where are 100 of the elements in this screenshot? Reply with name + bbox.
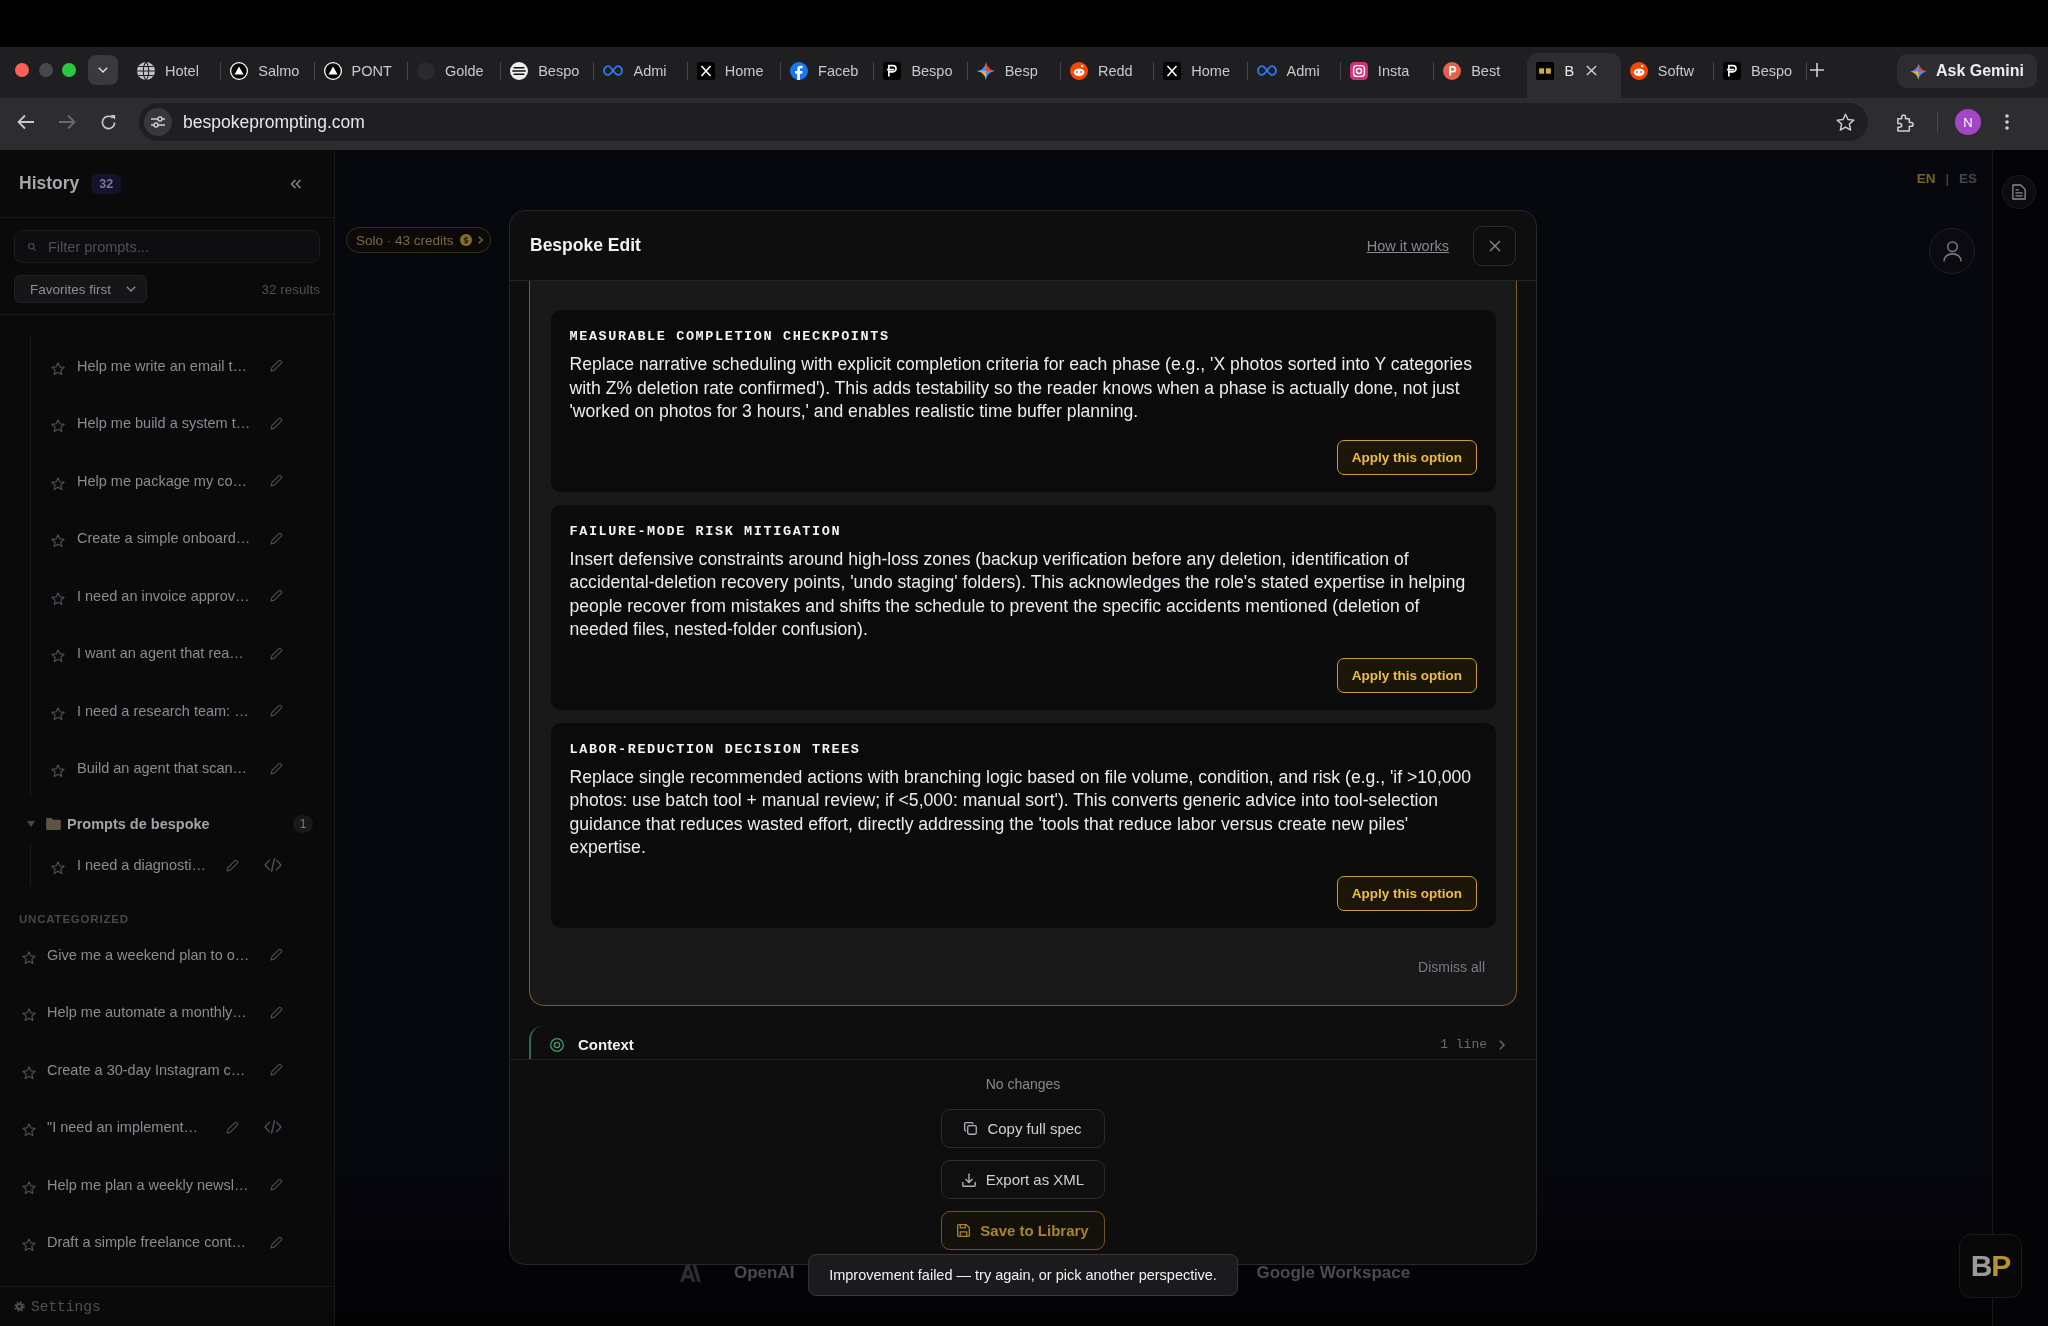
star-icon[interactable] (51, 764, 65, 779)
credits-pill[interactable]: Solo · 43 credits (346, 227, 491, 253)
browser-tab[interactable]: PONT (314, 53, 408, 98)
bookmark-star-icon[interactable] (1836, 112, 1855, 132)
history-item[interactable]: I need a diagnosti… (77, 857, 215, 873)
pencil-icon[interactable] (270, 589, 283, 603)
close-window-button[interactable] (15, 63, 29, 77)
reload-icon[interactable] (100, 113, 117, 131)
star-icon[interactable] (22, 950, 36, 965)
plus-icon[interactable] (1810, 63, 1825, 77)
browser-tab[interactable]: Best (1434, 53, 1528, 98)
browser-tab[interactable]: Salmo (221, 53, 315, 98)
back-icon[interactable] (17, 114, 35, 130)
history-item[interactable]: I need an invoice approv… (77, 587, 259, 604)
browser-tab[interactable]: Bespo (1714, 53, 1808, 98)
browser-tab[interactable]: Home (687, 53, 782, 98)
close-button[interactable] (1473, 225, 1516, 266)
pencil-icon[interactable] (270, 704, 283, 718)
pencil-icon[interactable] (270, 531, 283, 545)
save-button[interactable]: Save to Library (941, 1211, 1105, 1250)
star-icon[interactable] (22, 1008, 36, 1023)
browser-tab[interactable]: Faceb (781, 53, 875, 98)
caret-icon[interactable] (27, 821, 35, 827)
star-icon[interactable] (22, 1180, 36, 1195)
apply-button[interactable]: Apply this option (1336, 657, 1477, 693)
history-item[interactable]: I need a research team: … (77, 702, 259, 719)
star-icon[interactable] (22, 1238, 36, 1253)
history-item[interactable]: Help me write an email t… (77, 357, 259, 374)
dismiss-all-button[interactable]: Dismiss all (1418, 957, 1485, 976)
pencil-icon[interactable] (270, 646, 283, 660)
star-icon[interactable] (22, 1065, 36, 1080)
star-icon[interactable] (22, 1123, 36, 1138)
minimize-window-button[interactable] (38, 63, 53, 77)
history-item[interactable]: Help me automate a monthly… (47, 1004, 259, 1021)
folder-label[interactable]: Prompts de bespoke (67, 816, 210, 832)
puzzle-icon[interactable] (1896, 112, 1915, 132)
maximize-window-button[interactable] (62, 63, 76, 77)
star-icon[interactable] (51, 534, 65, 549)
apply-button[interactable]: Apply this option (1336, 439, 1477, 475)
browser-tab[interactable]: Insta (1340, 53, 1435, 98)
history-item[interactable]: Build an agent that scan… (77, 760, 259, 777)
history-item[interactable]: Help me build a system t… (77, 415, 259, 432)
history-item[interactable]: Create a simple onboard… (77, 530, 259, 547)
export-button[interactable]: Export as XML (941, 1160, 1105, 1199)
forward-icon[interactable] (58, 114, 76, 130)
tab-list-button[interactable] (88, 55, 118, 85)
pencil-icon[interactable] (270, 359, 283, 373)
search-field[interactable]: Filter prompts... (14, 230, 320, 263)
pencil-icon[interactable] (270, 1063, 283, 1077)
pencil-icon[interactable] (270, 948, 283, 962)
sort-dropdown[interactable]: Favorites first (14, 275, 147, 303)
pencil-icon[interactable] (270, 761, 283, 775)
history-item[interactable]: I want an agent that rea… (77, 645, 259, 662)
close-icon[interactable] (1585, 65, 1597, 76)
star-icon[interactable] (51, 706, 65, 721)
history-item[interactable]: Draft a simple freelance cont… (47, 1234, 259, 1251)
document-button[interactable] (2002, 175, 2036, 209)
more-icon[interactable] (2005, 114, 2009, 130)
browser-tab[interactable]: Softw (1620, 53, 1715, 98)
help-link[interactable]: How it works (1366, 237, 1449, 254)
star-icon[interactable] (51, 361, 65, 376)
pencil-icon[interactable] (270, 1178, 283, 1192)
collapse-icon[interactable] (290, 178, 302, 189)
brand-logo[interactable]: BP (1959, 1234, 2022, 1298)
browser-tab[interactable]: Hotel (128, 53, 222, 98)
browser-tab[interactable]: Golde (407, 53, 502, 98)
browser-tab[interactable]: Admi (1247, 53, 1341, 98)
history-item[interactable]: Give me a weekend plan to o… (47, 946, 259, 963)
star-icon[interactable] (51, 649, 65, 664)
browser-tab[interactable]: Redd (1060, 53, 1155, 98)
history-item[interactable]: Create a 30-day Instagram c… (47, 1061, 259, 1078)
copy-spec-button[interactable]: Copy full spec (941, 1109, 1105, 1148)
star-icon[interactable] (51, 476, 65, 491)
browser-tab[interactable]: Besp (967, 53, 1061, 98)
section-header[interactable]: Context 1 line (529, 1025, 1517, 1059)
pencil-icon[interactable] (270, 474, 283, 488)
pencil-icon[interactable] (270, 1235, 283, 1249)
history-item[interactable]: "I need an implement… (47, 1119, 215, 1136)
account-button[interactable] (1929, 228, 1975, 274)
pencil-icon[interactable] (270, 1005, 283, 1019)
pencil-icon[interactable] (226, 1120, 239, 1134)
apply-button[interactable]: Apply this option (1336, 875, 1477, 911)
history-item[interactable]: Help me plan a weekly newsl… (47, 1176, 259, 1193)
code-icon[interactable] (264, 858, 282, 872)
browser-tab[interactable]: B (1527, 53, 1621, 98)
history-item[interactable]: Help me package my co… (77, 472, 259, 489)
browser-tab[interactable]: Bespo (874, 53, 968, 98)
browser-tab[interactable]: Home (1154, 53, 1248, 98)
address-field[interactable]: bespokeprompting.com (139, 103, 1868, 141)
code-icon[interactable] (264, 1120, 282, 1135)
browser-tab[interactable]: Bespo (501, 53, 595, 98)
site-info-button[interactable] (144, 108, 172, 136)
star-icon[interactable] (51, 861, 65, 875)
ask-gemini-button[interactable]: Ask Gemini (1896, 54, 2037, 88)
pencil-icon[interactable] (226, 858, 239, 872)
browser-tab[interactable]: Admi (594, 53, 688, 98)
pencil-icon[interactable] (270, 416, 283, 430)
profile-avatar[interactable]: N (1955, 109, 1981, 135)
star-icon[interactable] (51, 419, 65, 434)
star-icon[interactable] (51, 591, 65, 606)
